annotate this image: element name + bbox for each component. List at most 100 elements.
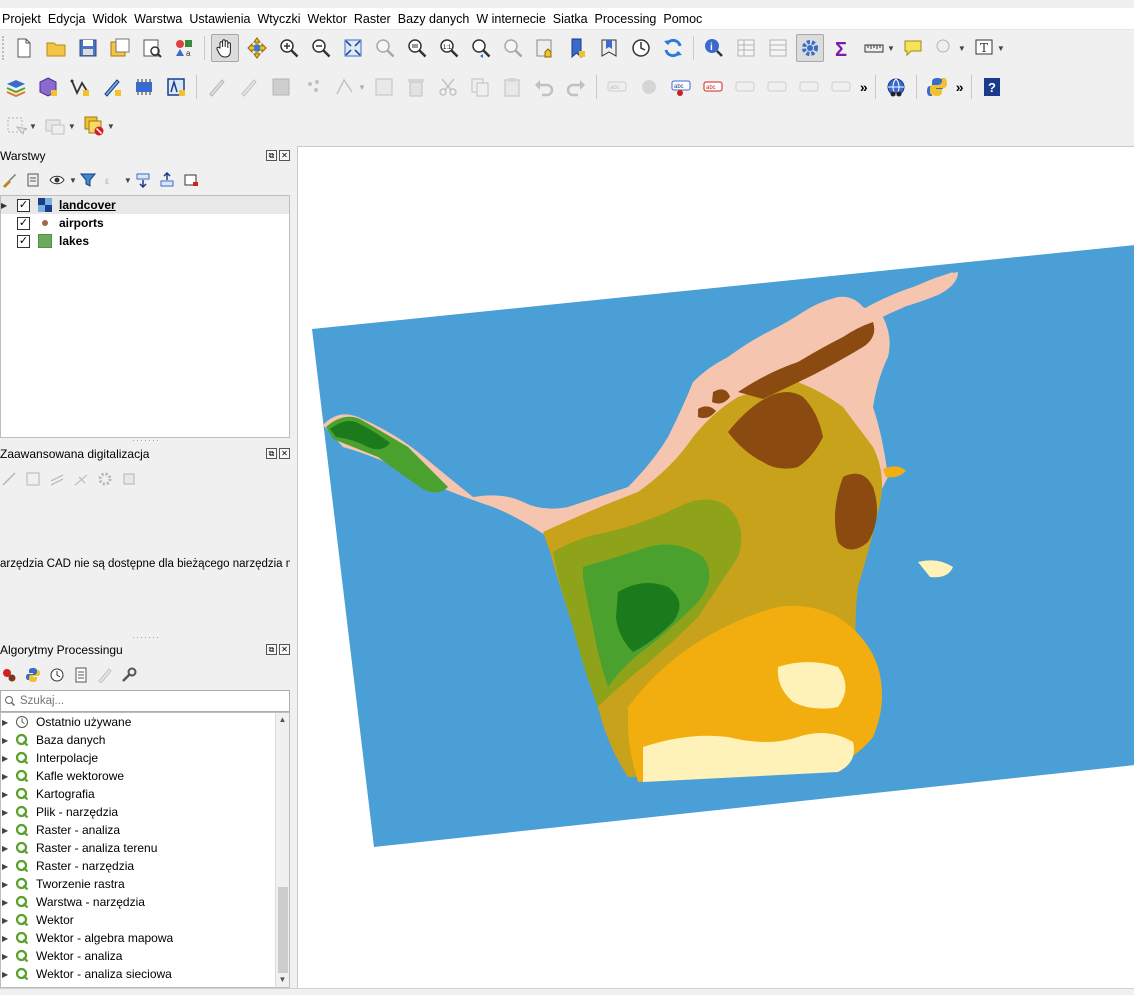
attribute-table-button[interactable] (732, 34, 760, 62)
text-annotation-button[interactable]: T (970, 34, 998, 62)
new-geopackage-layer-button[interactable] (34, 73, 62, 101)
menu-siatka[interactable]: Siatka (553, 12, 595, 26)
chevron-down-icon[interactable]: ▼ (358, 83, 366, 92)
web-services-button[interactable] (882, 73, 910, 101)
new-virtual-layer-button[interactable] (130, 73, 158, 101)
zoom-to-layer-button[interactable] (403, 34, 431, 62)
tree-item[interactable]: ▶ Warstwa - narzędzia (1, 893, 289, 911)
tree-item[interactable]: ▶ Wektor (1, 911, 289, 929)
remove-layer-button[interactable] (182, 171, 200, 189)
modify-attributes-button[interactable] (370, 73, 398, 101)
measure-button[interactable] (860, 34, 888, 62)
processing-toolbox-button[interactable] (796, 34, 824, 62)
expand-arrow-icon[interactable]: ▶ (1, 808, 13, 817)
expand-arrow-icon[interactable]: ▶ (1, 880, 13, 889)
menu-w-internecie[interactable]: W internecie (476, 12, 552, 26)
toolbar-overflow-button[interactable]: » (860, 79, 868, 95)
chevron-down-icon[interactable]: ▼ (107, 122, 115, 131)
toolbar-grip[interactable] (2, 36, 6, 60)
menu-edycja[interactable]: Edycja (48, 12, 93, 26)
expand-arrow-icon[interactable]: ▶ (1, 916, 13, 925)
menu-raster[interactable]: Raster (354, 12, 398, 26)
highlight-pinned-button[interactable] (731, 73, 759, 101)
copy-features-button[interactable] (466, 73, 494, 101)
expand-arrow-icon[interactable]: ▶ (1, 201, 11, 210)
search-input[interactable] (20, 695, 270, 707)
zoom-next-button[interactable] (499, 34, 527, 62)
select-features-button[interactable] (931, 34, 959, 62)
tree-item[interactable]: ▶ Wektor - analiza (1, 947, 289, 965)
scroll-thumb[interactable] (278, 887, 288, 973)
expand-arrow-icon[interactable]: ▶ (1, 970, 13, 979)
parallel-button[interactable] (48, 470, 66, 488)
tree-item[interactable]: ▶ Baza danych (1, 731, 289, 749)
menu-processing[interactable]: Processing (595, 12, 664, 26)
style-manager-button[interactable]: a (170, 34, 198, 62)
save-as-button[interactable] (106, 34, 134, 62)
results-viewer-button[interactable] (72, 666, 90, 684)
chevron-down-icon[interactable]: ▼ (68, 122, 76, 131)
show-unplaced-labels-button[interactable]: abc (699, 73, 727, 101)
filter-legend-button[interactable] (79, 171, 97, 189)
chevron-down-icon[interactable]: ▼ (69, 176, 77, 185)
tree-item[interactable]: ▶ Raster - analiza (1, 821, 289, 839)
data-source-manager-button[interactable] (2, 73, 30, 101)
tree-scrollbar[interactable]: ▲ ▼ (275, 713, 289, 987)
undo-button[interactable] (530, 73, 558, 101)
identify-button[interactable]: i (700, 34, 728, 62)
tree-item[interactable]: ▶ Raster - narzędzia (1, 857, 289, 875)
menu-pomoc[interactable]: Pomoc (663, 12, 709, 26)
vertex-tool-button[interactable] (331, 73, 359, 101)
scroll-down-icon[interactable]: ▼ (276, 973, 289, 987)
scripts-button[interactable] (24, 666, 42, 684)
layer-styling-button[interactable] (0, 171, 18, 189)
close-panel-button[interactable]: ✕ (279, 448, 290, 459)
cad-enable-button[interactable] (0, 470, 18, 488)
layout-manager-button[interactable] (138, 34, 166, 62)
scroll-up-icon[interactable]: ▲ (276, 713, 289, 727)
close-panel-button[interactable]: ✕ (279, 150, 290, 161)
layer-visibility-checkbox[interactable]: ✓ (17, 216, 30, 230)
expand-arrow-icon[interactable]: ▶ (1, 862, 13, 871)
float-panel-button[interactable]: ⧉ (266, 150, 277, 161)
map-tips-button[interactable] (899, 34, 927, 62)
expand-arrow-icon[interactable]: ▶ (1, 934, 13, 943)
close-panel-button[interactable]: ✕ (279, 644, 290, 655)
expand-arrow-icon[interactable]: ▶ (1, 736, 13, 745)
floater-button[interactable] (120, 470, 138, 488)
tree-item[interactable]: ▶ Plik - narzędzia (1, 803, 289, 821)
chevron-down-icon[interactable]: ▼ (997, 44, 1005, 53)
expand-arrow-icon[interactable]: ▶ (1, 952, 13, 961)
chevron-down-icon[interactable]: ▼ (958, 44, 966, 53)
menu-bazy-danych[interactable]: Bazy danych (398, 12, 477, 26)
menu-projekt[interactable]: Projekt (0, 12, 48, 26)
tree-item[interactable]: ▶ Ostatnio używane (1, 713, 289, 731)
edits-button[interactable] (203, 73, 231, 101)
layer-visibility-checkbox[interactable]: ✓ (17, 198, 30, 212)
chevron-down-icon[interactable]: ▼ (124, 176, 132, 185)
new-bookmark-button[interactable] (563, 34, 591, 62)
history-button[interactable] (48, 666, 66, 684)
expand-arrow-icon[interactable]: ▶ (1, 772, 13, 781)
pan-to-selection-button[interactable] (243, 34, 271, 62)
expand-arrow-icon[interactable]: ▶ (1, 718, 13, 727)
float-panel-button[interactable]: ⧉ (266, 644, 277, 655)
pan-map-button[interactable] (211, 34, 239, 62)
zoom-in-button[interactable] (275, 34, 303, 62)
new-spatialite-layer-button[interactable] (162, 73, 190, 101)
chevron-down-icon[interactable]: ▼ (29, 122, 37, 131)
python-console-button[interactable] (923, 73, 951, 101)
map-canvas[interactable] (297, 146, 1134, 988)
open-project-button[interactable] (42, 34, 70, 62)
menu-warstwa[interactable]: Warstwa (134, 12, 189, 26)
panel-splitter[interactable]: ······· (132, 435, 159, 445)
filter-by-expression-button[interactable]: ε (103, 171, 121, 189)
layer-row-landcover[interactable]: ▶ ✓ landcover (1, 196, 289, 214)
processing-options-button[interactable] (120, 666, 138, 684)
expand-arrow-icon[interactable]: ▶ (1, 844, 13, 853)
zoom-out-button[interactable] (307, 34, 335, 62)
layer-labeling-button[interactable]: abc (603, 73, 631, 101)
delete-selected-button[interactable] (402, 73, 430, 101)
add-feature-button[interactable] (299, 73, 327, 101)
toolbar-overflow-button[interactable]: » (956, 79, 964, 95)
